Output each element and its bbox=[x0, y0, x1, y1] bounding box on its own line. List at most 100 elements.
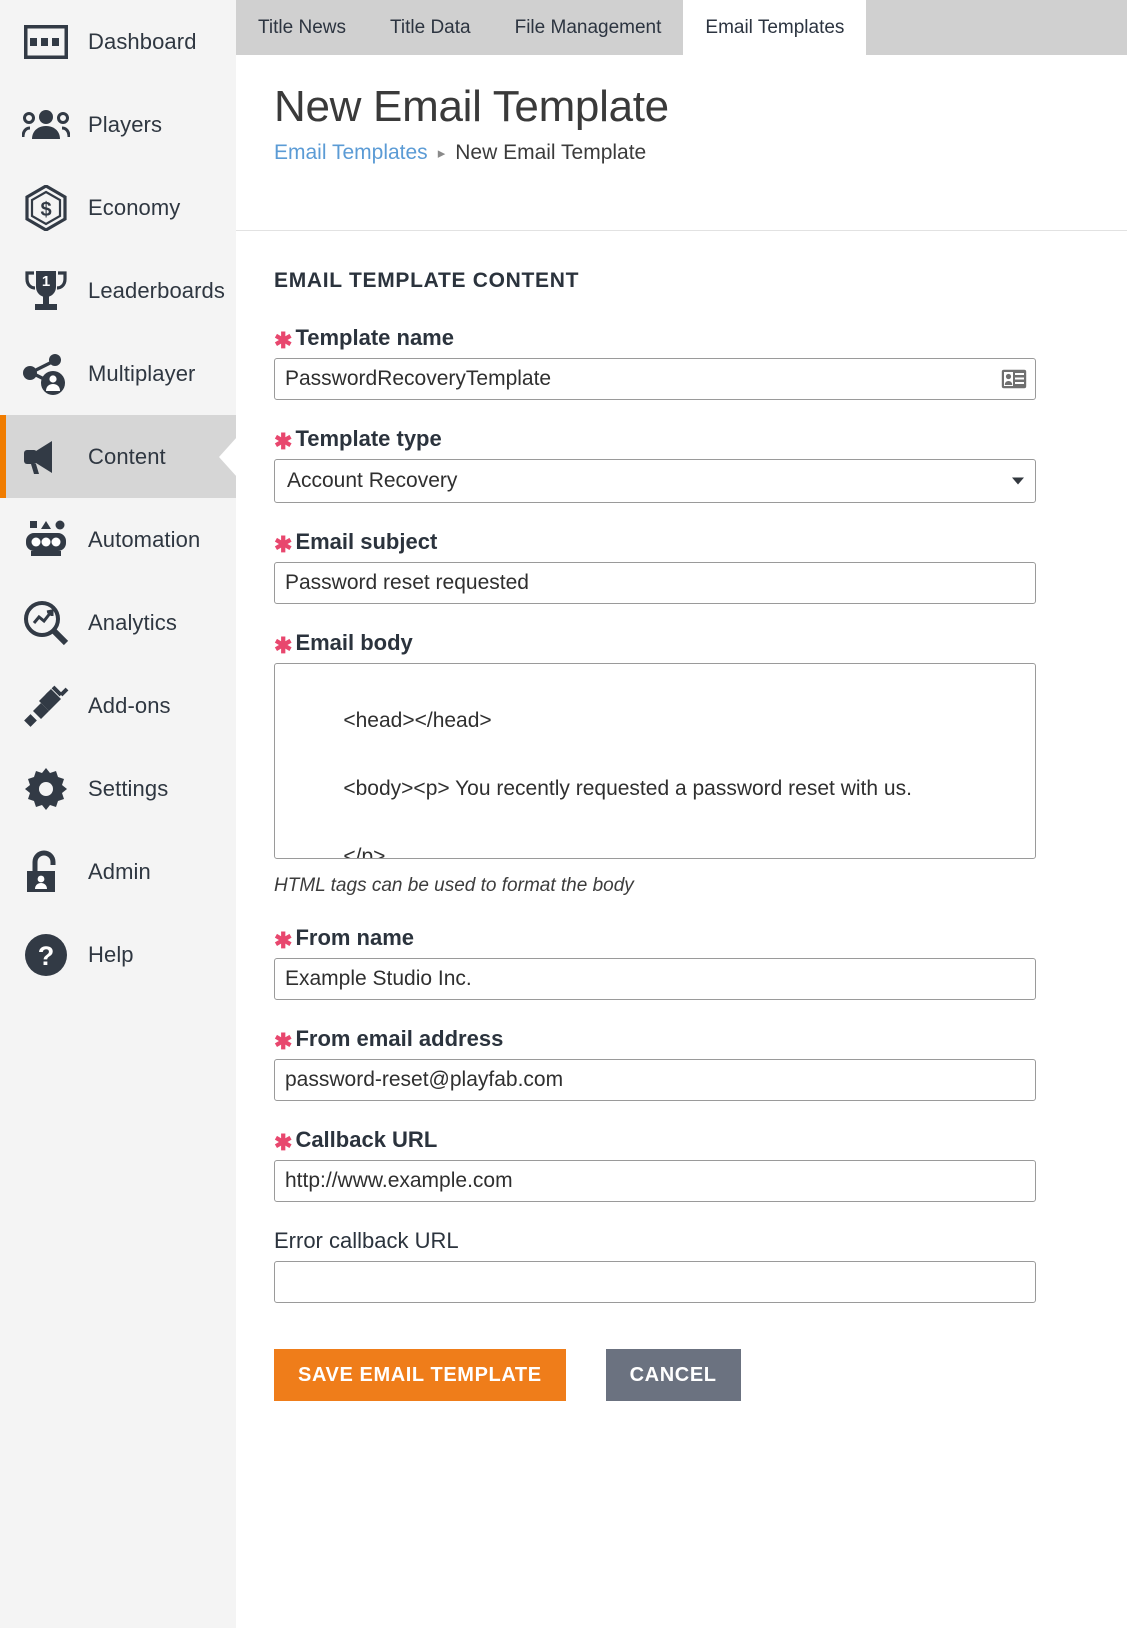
sidebar-item-label: Content bbox=[88, 443, 166, 469]
email-subject-input[interactable] bbox=[274, 562, 1036, 604]
error-callback-url-input-wrap bbox=[274, 1261, 1036, 1303]
required-marker-icon: ✱ bbox=[274, 532, 293, 557]
sidebar-item-automation[interactable]: Automation bbox=[0, 498, 236, 581]
sidebar-item-label: Automation bbox=[88, 526, 201, 552]
svg-text:1: 1 bbox=[42, 273, 50, 290]
sidebar-item-label: Dashboard bbox=[88, 28, 197, 54]
required-marker-icon: ✱ bbox=[274, 328, 293, 353]
label-text: From name bbox=[295, 925, 415, 950]
label-text: Template type bbox=[295, 426, 442, 451]
label-error-callback-url: Error callback URL bbox=[274, 1228, 1127, 1254]
breadcrumb-current: New Email Template bbox=[455, 141, 647, 165]
field-error-callback-url: Error callback URL bbox=[274, 1228, 1127, 1303]
field-template-name: ✱ Template name bbox=[274, 325, 1127, 400]
email-body-hint: HTML tags can be used to format the body bbox=[274, 875, 634, 896]
template-type-select[interactable]: Account Recovery bbox=[274, 459, 1036, 503]
breadcrumb-separator-icon: ▸ bbox=[437, 145, 446, 163]
multiplayer-icon bbox=[22, 350, 70, 398]
save-email-template-button[interactable]: SAVE EMAIL TEMPLATE bbox=[274, 1349, 566, 1401]
sidebar-item-label: Multiplayer bbox=[88, 360, 196, 386]
sidebar-item-help[interactable]: ? Help bbox=[0, 913, 236, 996]
required-marker-icon: ✱ bbox=[274, 1130, 293, 1155]
sidebar-item-settings[interactable]: Settings bbox=[0, 747, 236, 830]
template-name-input-wrap bbox=[274, 358, 1036, 400]
sidebar-item-label: Settings bbox=[88, 775, 169, 801]
field-email-subject: ✱ Email subject bbox=[274, 529, 1127, 604]
tab-email-templates[interactable]: Email Templates bbox=[683, 0, 867, 55]
breadcrumb: Email Templates ▸ New Email Template bbox=[274, 141, 1127, 165]
trophy-icon: 1 bbox=[22, 267, 70, 315]
sidebar-item-content[interactable]: Content bbox=[0, 415, 236, 498]
contact-card-icon[interactable] bbox=[1001, 369, 1027, 389]
required-marker-icon: ✱ bbox=[274, 928, 293, 953]
callback-url-input-wrap bbox=[274, 1160, 1036, 1202]
sidebar-item-dashboard[interactable]: Dashboard bbox=[0, 0, 236, 83]
app-root: Dashboard Players $ Economy 1 Leaderboar… bbox=[0, 0, 1127, 1628]
main-panel: Title News Title Data File Management Em… bbox=[236, 0, 1127, 1628]
field-from-email: ✱ From email address bbox=[274, 1026, 1127, 1101]
sidebar-item-label: Leaderboards bbox=[88, 277, 225, 303]
form-actions: SAVE EMAIL TEMPLATE CANCEL bbox=[274, 1349, 1127, 1441]
sidebar-item-label: Analytics bbox=[88, 609, 177, 635]
sidebar-item-multiplayer[interactable]: Multiplayer bbox=[0, 332, 236, 415]
label-template-type: ✱ Template type bbox=[274, 426, 1127, 453]
question-icon: ? bbox=[22, 931, 70, 979]
required-marker-icon: ✱ bbox=[274, 1029, 293, 1054]
cancel-button[interactable]: CANCEL bbox=[605, 1349, 741, 1401]
callback-url-input[interactable] bbox=[274, 1160, 1036, 1202]
label-template-name: ✱ Template name bbox=[274, 325, 1127, 353]
label-email-body: ✱ Email body bbox=[274, 630, 1127, 658]
tab-title-data[interactable]: Title Data bbox=[368, 0, 493, 55]
sidebar-item-label: Economy bbox=[88, 194, 181, 220]
sidebar-item-label: Help bbox=[88, 941, 134, 967]
label-text: Email body bbox=[295, 630, 413, 655]
field-template-type: ✱ Template type Account Recovery bbox=[274, 426, 1127, 503]
template-name-input[interactable] bbox=[274, 358, 1036, 400]
megaphone-icon bbox=[22, 433, 70, 481]
from-email-input[interactable] bbox=[274, 1059, 1036, 1101]
label-callback-url: ✱ Callback URL bbox=[274, 1127, 1127, 1155]
from-name-input[interactable] bbox=[274, 958, 1036, 1000]
body-line-2a: <body><p> You recently requested a passw… bbox=[343, 777, 912, 800]
sidebar: Dashboard Players $ Economy 1 Leaderboar… bbox=[0, 0, 236, 1628]
sidebar-item-players[interactable]: Players bbox=[0, 83, 236, 166]
field-from-name: ✱ From name bbox=[274, 925, 1127, 1000]
automation-icon bbox=[22, 516, 70, 564]
from-name-input-wrap bbox=[274, 958, 1036, 1000]
label-from-email: ✱ From email address bbox=[274, 1026, 1127, 1054]
label-from-name: ✱ From name bbox=[274, 925, 1127, 953]
body-line-1: <head></head> bbox=[343, 709, 492, 732]
from-email-input-wrap bbox=[274, 1059, 1036, 1101]
sidebar-item-economy[interactable]: $ Economy bbox=[0, 166, 236, 249]
lock-icon bbox=[22, 848, 70, 896]
sidebar-item-analytics[interactable]: Analytics bbox=[0, 581, 236, 664]
label-text: Error callback URL bbox=[274, 1228, 459, 1253]
resize-handle-icon[interactable] bbox=[1019, 842, 1033, 856]
tab-file-management[interactable]: File Management bbox=[493, 0, 684, 55]
field-email-body: ✱ Email body <head></head> <body><p> You… bbox=[274, 630, 1127, 897]
players-icon bbox=[22, 101, 70, 149]
sidebar-item-label: Add-ons bbox=[88, 692, 171, 718]
label-email-subject: ✱ Email subject bbox=[274, 529, 1127, 557]
svg-text:$: $ bbox=[40, 199, 51, 221]
section-title: EMAIL TEMPLATE CONTENT bbox=[274, 269, 580, 292]
label-text: Template name bbox=[295, 325, 454, 350]
sidebar-item-addons[interactable]: Add-ons bbox=[0, 664, 236, 747]
email-subject-input-wrap bbox=[274, 562, 1036, 604]
tab-bar: Title News Title Data File Management Em… bbox=[236, 0, 1127, 55]
label-text: From email address bbox=[295, 1026, 504, 1051]
plug-icon bbox=[22, 682, 70, 730]
required-marker-icon: ✱ bbox=[274, 633, 293, 658]
label-text: Callback URL bbox=[295, 1127, 438, 1152]
sidebar-item-admin[interactable]: Admin bbox=[0, 830, 236, 913]
page-header: New Email Template Email Templates ▸ New… bbox=[236, 55, 1127, 231]
svg-text:?: ? bbox=[38, 941, 55, 971]
sidebar-item-leaderboards[interactable]: 1 Leaderboards bbox=[0, 249, 236, 332]
sidebar-item-label: Players bbox=[88, 111, 163, 137]
breadcrumb-link-email-templates[interactable]: Email Templates bbox=[274, 141, 428, 165]
tab-title-news[interactable]: Title News bbox=[236, 0, 368, 55]
form-content: EMAIL TEMPLATE CONTENT ✱ Template name ✱ bbox=[236, 231, 1127, 1441]
economy-icon: $ bbox=[22, 184, 70, 232]
error-callback-url-input[interactable] bbox=[274, 1261, 1036, 1303]
email-body-textarea[interactable]: <head></head> <body><p> You recently req… bbox=[274, 663, 1036, 859]
